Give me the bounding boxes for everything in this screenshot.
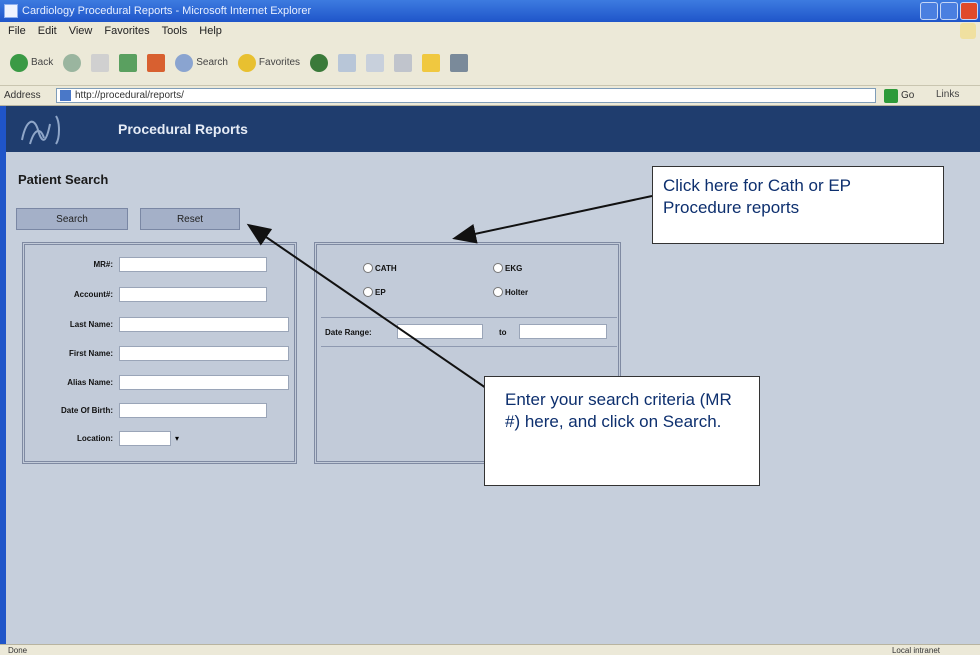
zone-text: Local intranet [891,646,940,655]
dob-label: Date Of Birth: [61,406,113,415]
links-label[interactable]: Links [936,89,959,100]
menu-view[interactable]: View [69,25,93,37]
menu-bar: File Edit View Favorites Tools Help [0,22,980,40]
app-title: Procedural Reports [118,121,248,137]
mr-row: MR#: [31,257,267,272]
browser-icon [4,4,18,18]
menu-favorites[interactable]: Favorites [104,25,149,37]
address-bar: Address http://procedural/reports/ Go Li… [0,86,980,106]
last-name-label: Last Name: [69,320,113,329]
refresh-button[interactable] [119,53,138,73]
callout-search-criteria: Enter your search criteria (MR #) here, … [484,376,760,486]
logo-icon [21,115,60,145]
maximize-icon[interactable] [940,2,958,20]
date-to-label: to [499,328,507,337]
status-bar: Done Local intranet [0,644,980,655]
account-row: Account#: [31,287,267,302]
star-icon [237,53,256,72]
location-label: Location: [77,434,113,443]
folder-button[interactable] [422,53,441,73]
date-range-label: Date Range: [325,328,372,337]
windows-logo-icon [960,23,976,39]
messenger-icon [450,53,469,72]
status-text: Done [8,646,28,655]
alias-name-label: Alias Name: [67,378,113,387]
search-icon [175,53,194,72]
radio-ekg[interactable]: EKG [493,263,522,273]
window-titlebar: Cardiology Procedural Reports - Microsof… [0,0,980,22]
alias-name-input[interactable] [119,375,289,390]
minimize-icon[interactable] [920,2,938,20]
refresh-icon [119,53,138,72]
menu-file[interactable]: File [8,25,26,37]
first-name-row: First Name: [31,346,289,361]
browser-toolbar: Back Search Favorites [0,40,980,86]
mr-label: MR#: [93,260,113,269]
date-range-row: Date Range: to [321,317,617,347]
patient-criteria-panel: MR#: Account#: Last Name: First Name: Al… [22,242,297,464]
account-input[interactable] [119,287,267,302]
dob-row: Date Of Birth: [31,403,267,418]
location-select[interactable] [119,431,171,446]
back-arrow-icon [10,53,28,72]
chevron-down-icon[interactable]: ▾ [175,434,179,443]
page-icon [60,90,71,101]
close-icon[interactable] [960,2,978,20]
forward-arrow-icon [63,53,82,72]
alias-name-row: Alias Name: [31,375,289,390]
print-button[interactable] [394,53,413,73]
menu-help[interactable]: Help [199,25,222,37]
stop-icon [91,53,110,72]
mail-icon [366,53,385,72]
stop-button[interactable] [91,53,110,73]
back-button[interactable]: Back [10,53,53,73]
go-arrow-icon [884,88,898,103]
first-name-label: First Name: [68,349,113,358]
date-to-input[interactable] [519,324,607,339]
radio-icon [363,263,373,273]
print-icon [394,53,413,72]
account-label: Account#: [73,290,113,299]
home-icon [147,53,166,72]
radio-cath[interactable]: CATH [363,263,397,273]
forward-button[interactable] [63,53,82,73]
media-button[interactable] [310,53,329,73]
last-name-row: Last Name: [31,317,289,332]
favorites-button[interactable]: Favorites [237,53,300,73]
history-icon [338,53,357,72]
mr-input[interactable] [119,257,267,272]
window-controls [920,2,978,20]
last-name-input[interactable] [119,317,289,332]
first-name-input[interactable] [119,346,289,361]
radio-holter[interactable]: Holter [493,287,528,297]
folder-icon [422,53,441,72]
menu-tools[interactable]: Tools [162,25,188,37]
app-header: Procedural Reports [6,106,980,152]
messenger-button[interactable] [450,53,469,73]
callout-cath-ep: Click here for Cath or EP Procedure repo… [652,166,944,244]
reset-button[interactable]: Reset [140,208,240,230]
media-icon [310,53,329,72]
search-toolbar-button[interactable]: Search [175,53,228,73]
date-from-input[interactable] [397,324,483,339]
home-button[interactable] [147,53,166,73]
location-row: Location: ▾ [31,431,179,446]
search-button[interactable]: Search [16,208,128,230]
page-title: Patient Search [18,172,109,187]
address-input[interactable]: http://procedural/reports/ [56,88,876,103]
go-button[interactable]: Go [884,88,914,103]
address-url: http://procedural/reports/ [75,90,184,101]
window-title: Cardiology Procedural Reports - Microsof… [22,5,312,17]
radio-icon [493,287,503,297]
address-label: Address [4,90,41,101]
radio-icon [493,263,503,273]
dob-input[interactable] [119,403,267,418]
mail-button[interactable] [366,53,385,73]
menu-edit[interactable]: Edit [38,25,57,37]
radio-ep[interactable]: EP [363,287,386,297]
radio-icon [363,287,373,297]
history-button[interactable] [338,53,357,73]
